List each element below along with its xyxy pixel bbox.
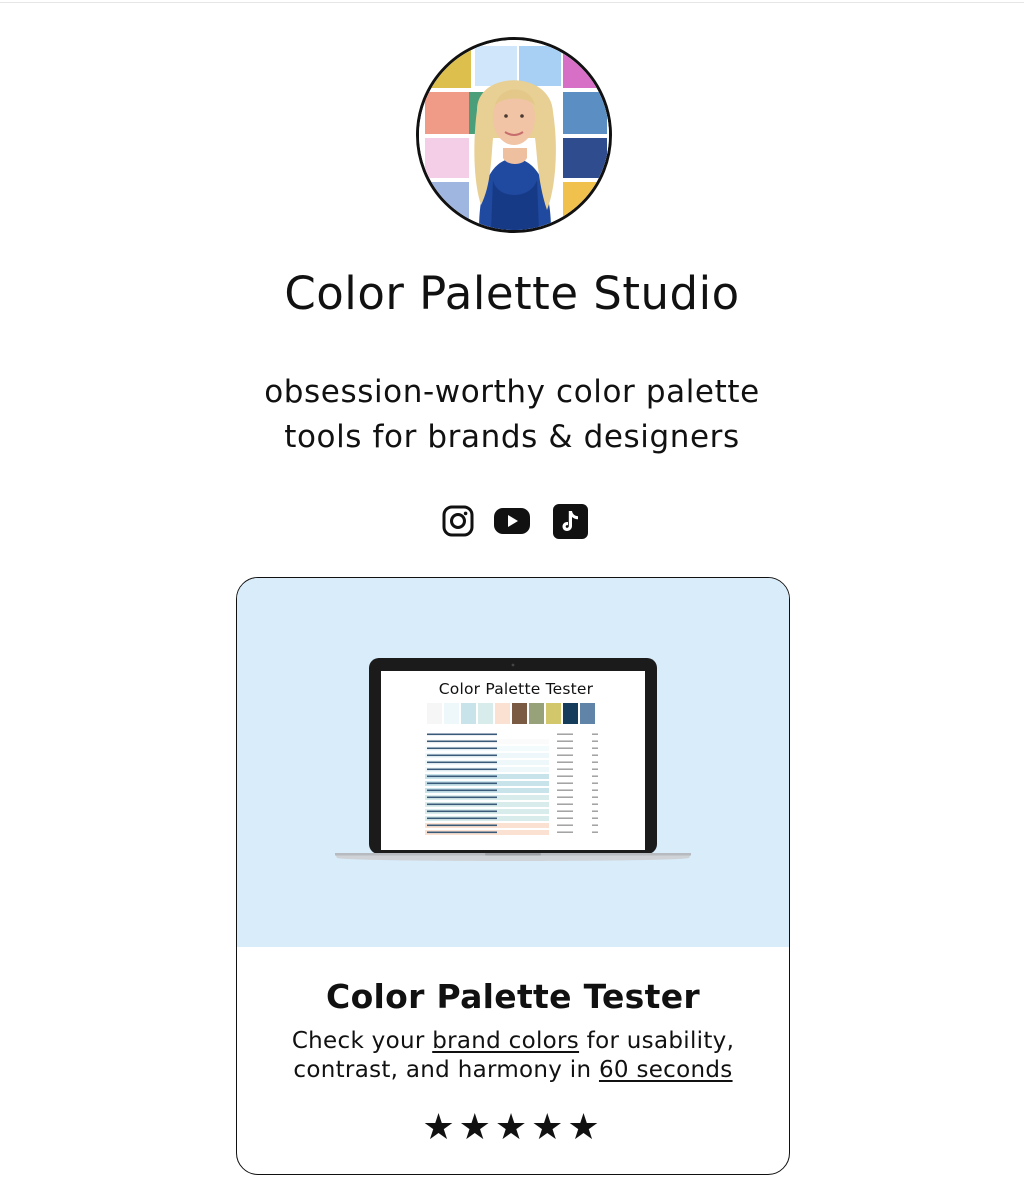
product-card-color-palette-tester[interactable]: Color Palette Tester Color Palette Teste… xyxy=(236,577,790,1175)
instagram-icon xyxy=(442,505,474,537)
card-hero-image: Color Palette Tester xyxy=(237,578,789,947)
youtube-icon xyxy=(494,508,530,534)
instagram-link[interactable] xyxy=(440,503,476,539)
social-links xyxy=(440,503,590,539)
page-title: Color Palette Studio xyxy=(284,267,740,320)
tiktok-link[interactable] xyxy=(552,503,588,539)
card-desc-text-1: Check your xyxy=(291,1028,433,1054)
bio-line-2: tools for brands & designers xyxy=(284,419,740,455)
card-title: Color Palette Tester xyxy=(326,977,700,1016)
bio-line-1: obsession-worthy color palette xyxy=(264,374,760,410)
youtube-link[interactable] xyxy=(494,503,530,539)
top-divider xyxy=(0,2,1024,3)
card-description: Check your brand colors for usability, c… xyxy=(263,1027,763,1085)
profile-page: Color Palette Studio obsession-worthy co… xyxy=(0,0,1024,1193)
brand-colors-link[interactable]: brand colors xyxy=(432,1028,579,1054)
screen-title: Color Palette Tester xyxy=(438,680,594,698)
sixty-seconds-link[interactable]: 60 seconds xyxy=(599,1057,733,1083)
bio: obsession-worthy color palette tools for… xyxy=(212,370,812,460)
tiktok-icon xyxy=(552,503,588,539)
avatar xyxy=(416,37,612,233)
star-rating: ★★★★★ xyxy=(422,1107,604,1148)
avatar-image xyxy=(419,40,609,230)
